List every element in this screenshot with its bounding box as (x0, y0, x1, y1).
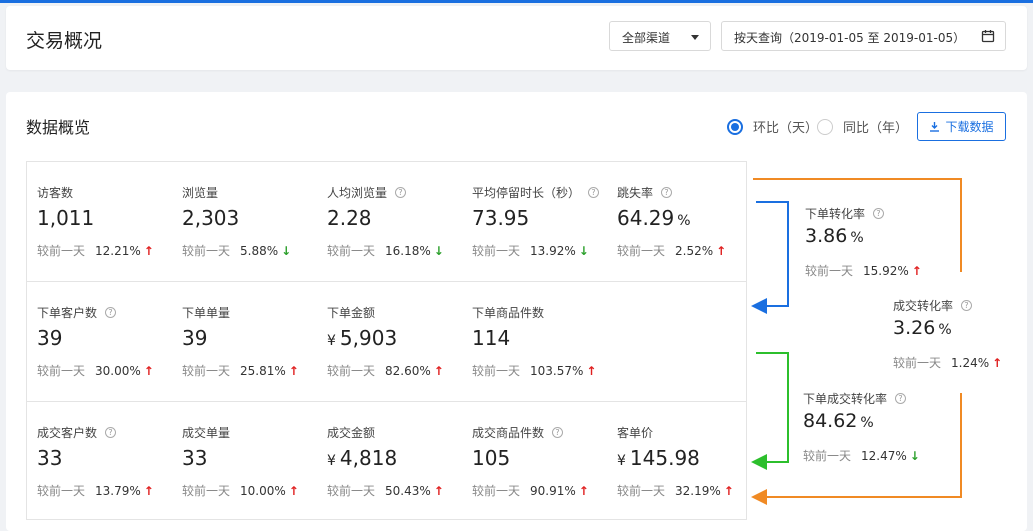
top-accent-bar (0, 0, 1033, 3)
metric-value: 84.62% (803, 410, 874, 432)
metric-compare: 较前一天 12.47% ↓ (803, 447, 920, 464)
metric-compare: 较前一天 15.92% ↑ (805, 262, 922, 279)
change-value: 1.24% (951, 356, 990, 370)
metric-compare: 较前一天 1.24% ↑ (893, 354, 1002, 371)
flow-line-green (751, 352, 789, 470)
help-icon[interactable]: ? (961, 300, 973, 311)
metric-label-text: 下单转化率 (805, 207, 866, 221)
change-value: 15.92% (863, 264, 909, 278)
compare-label: 较前一天 (803, 449, 852, 463)
conversion-order-deal-rate: 下单成交转化率? 84.62% 较前一天 12.47% ↓ (803, 390, 933, 470)
percent-unit: % (938, 322, 952, 338)
page-title: 交易概况 (26, 30, 103, 52)
metric-label: 下单成交转化率? (803, 390, 907, 407)
metric-label: 成交转化率? (893, 297, 973, 314)
percent-unit: % (860, 415, 874, 431)
help-icon[interactable]: ? (895, 393, 907, 404)
channel-select[interactable]: 全部渠道 (609, 21, 711, 51)
arrow-up-icon: ↑ (992, 356, 1003, 370)
overview-card: 数据概览 环比（天） 同比（年） 下载数据 访客数 1,011 较前一天 12.2… (6, 92, 1027, 531)
help-icon[interactable]: ? (873, 208, 885, 219)
conversion-order-rate: 下单转化率? 3.86% 较前一天 15.92% ↑ (805, 205, 935, 285)
metric-value: 3.26% (893, 317, 952, 339)
compare-label: 较前一天 (893, 356, 942, 370)
change-value: 12.47% (861, 449, 907, 463)
arrow-down-icon: ↓ (909, 449, 920, 463)
metric-number: 3.86 (805, 225, 848, 247)
conversion-deal-rate: 成交转化率? 3.26% 较前一天 1.24% ↑ (893, 297, 1023, 377)
metric-value: 3.86% (805, 225, 864, 247)
percent-unit: % (850, 230, 864, 246)
header-card: 交易概况 全部渠道 按天查询（2019-01-05 至 2019-01-05） (6, 6, 1027, 70)
metric-label-text: 下单成交转化率 (803, 392, 888, 406)
metric-label: 下单转化率? (805, 205, 885, 222)
caret-down-icon (691, 35, 699, 40)
metric-number: 84.62 (803, 410, 858, 432)
flow-line-blue (751, 201, 789, 314)
calendar-icon (981, 29, 995, 46)
date-range-value: 按天查询（2019-01-05 至 2019-01-05） (734, 31, 966, 45)
compare-label: 较前一天 (805, 264, 854, 278)
arrow-up-icon: ↑ (911, 264, 922, 278)
metric-label-text: 成交转化率 (893, 299, 954, 313)
metric-number: 3.26 (893, 317, 936, 339)
channel-select-value: 全部渠道 (622, 31, 671, 45)
date-range-picker[interactable]: 按天查询（2019-01-05 至 2019-01-05） (721, 21, 1006, 51)
